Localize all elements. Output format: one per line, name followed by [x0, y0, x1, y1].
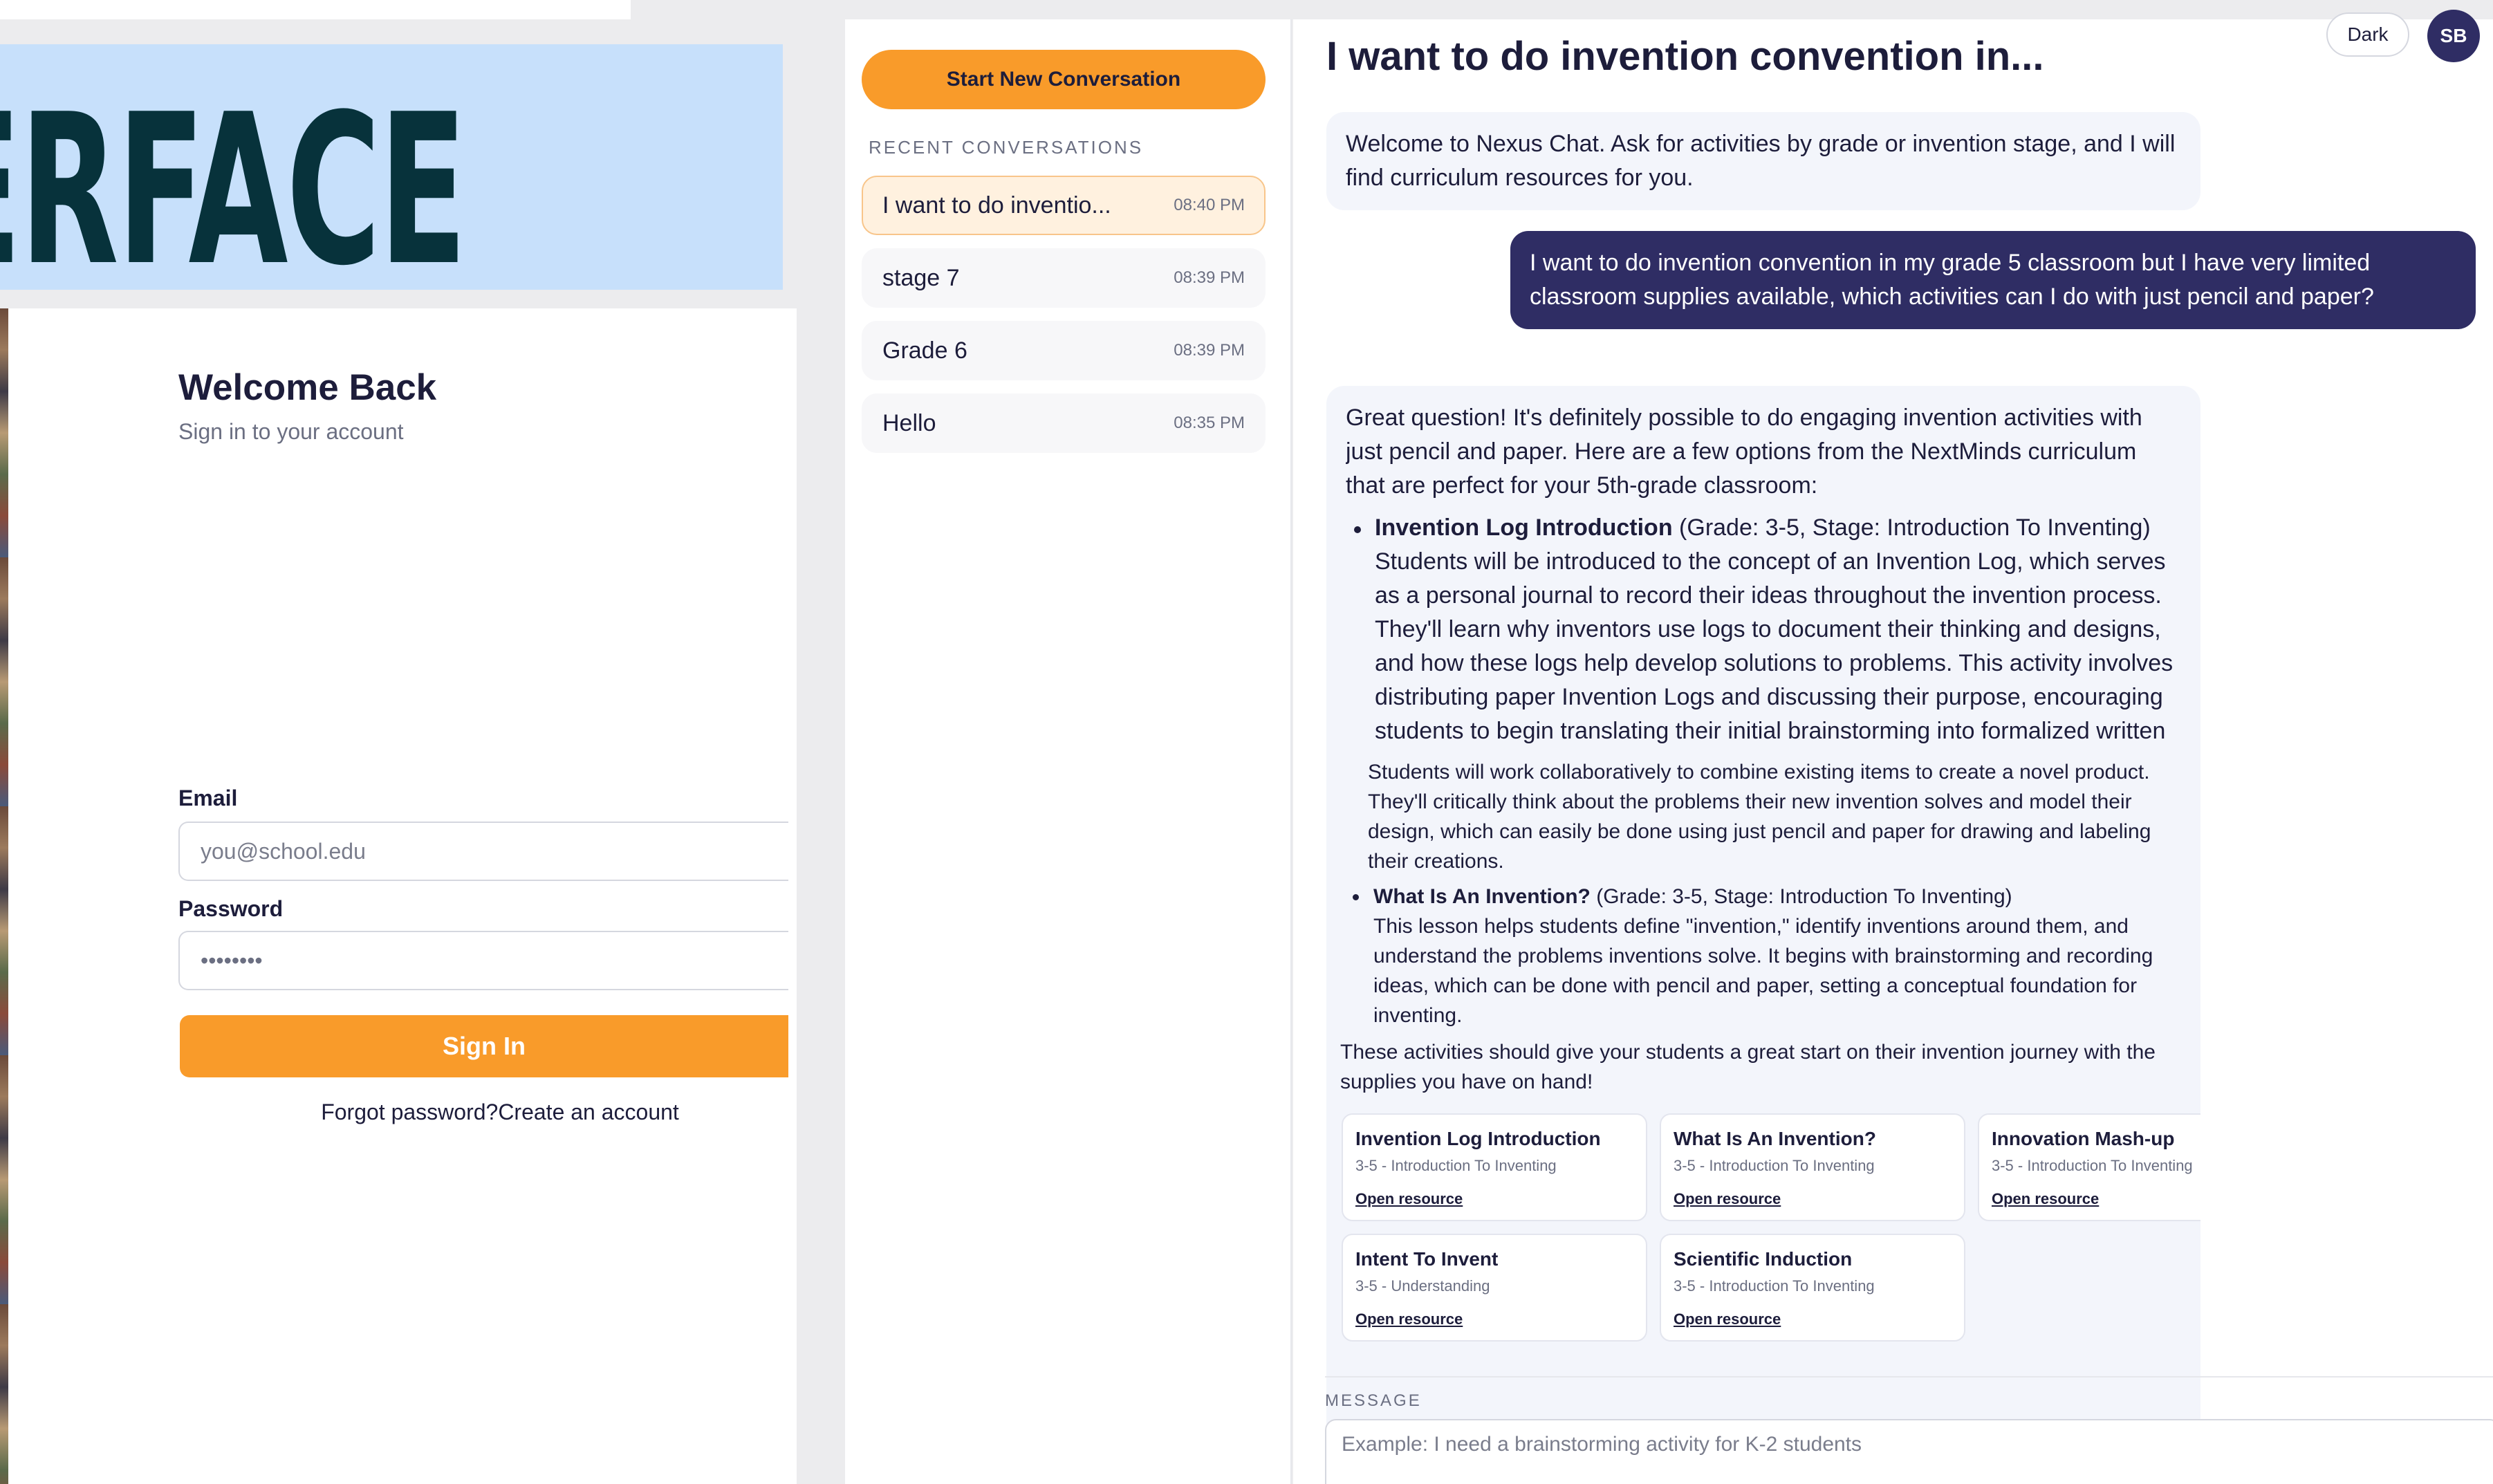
open-resource-link[interactable]: Open resource [1674, 1307, 1781, 1332]
user-message: I want to do invention convention in my … [1510, 231, 2476, 329]
conversation-heading: I want to do invention convention in... [1326, 34, 2044, 79]
login-subtitle: Sign in to your account [178, 419, 404, 444]
conversation-time: 08:39 PM [1174, 341, 1245, 360]
conversation-time: 08:35 PM [1174, 414, 1245, 432]
resource-cards: Invention Log Introduction 3-5 - Introdu… [1342, 1113, 2200, 1342]
activity-name: Invention Log Introduction [1375, 514, 1673, 541]
activity-meta: (Grade: 3-5, Stage: Introduction To Inve… [1590, 885, 2012, 908]
resource-title: Invention Log Introduction [1355, 1128, 1601, 1149]
conversation-time: 08:40 PM [1174, 196, 1245, 214]
activity-item: What Is An Invention? (Grade: 3-5, Stage… [1346, 882, 2181, 1030]
resource-meta: 3-5 - Introduction To Inventing [1674, 1157, 1875, 1174]
sign-in-button[interactable]: Sign In [180, 1015, 788, 1077]
conversation-item[interactable]: Grade 6 08:39 PM [862, 321, 1266, 380]
resource-title: Intent To Invent [1355, 1248, 1499, 1270]
login-card [8, 308, 797, 1484]
resource-card: Innovation Mash-up 3-5 - Introduction To… [1978, 1113, 2200, 1221]
assistant-message: Welcome to Nexus Chat. Ask for activitie… [1326, 112, 2200, 210]
resource-card: What Is An Invention? 3-5 - Introduction… [1660, 1113, 1965, 1221]
login-title: Welcome Back [178, 367, 437, 408]
login-links: Forgot password?Create an account [178, 1100, 822, 1125]
hero-banner: ERFACE [0, 44, 783, 290]
conversation-title: Grade 6 [882, 337, 967, 364]
reply-intro: Great question! It's definitely possible… [1346, 405, 2142, 499]
create-account-link[interactable]: Create an account [498, 1100, 679, 1124]
open-resource-link[interactable]: Open resource [1355, 1187, 1463, 1212]
user-avatar[interactable]: SB [2427, 10, 2480, 62]
open-resource-link[interactable]: Open resource [1674, 1187, 1781, 1212]
chat-panel: I want to do invention convention in... … [1293, 10, 2493, 1484]
password-field[interactable] [178, 931, 788, 990]
conversation-time: 08:39 PM [1174, 268, 1245, 287]
composer-divider [1325, 1376, 2493, 1378]
conversation-item[interactable]: I want to do inventio... 08:40 PM [862, 176, 1266, 235]
password-label: Password [178, 896, 284, 921]
activity-description: Students will work collaboratively to co… [1368, 761, 2151, 873]
activity-list: Invention Log Introduction (Grade: 3-5, … [1346, 511, 2181, 748]
conversation-item[interactable]: Hello 08:35 PM [862, 393, 1266, 453]
assistant-message: Great question! It's definitely possible… [1326, 386, 2200, 1440]
reply-lower-section: Students will work collaboratively to co… [1340, 757, 2181, 1097]
resource-meta: 3-5 - Understanding [1355, 1277, 1490, 1295]
conversation-title: I want to do inventio... [882, 192, 1111, 219]
message-label: MESSAGE [1325, 1391, 1422, 1410]
activity-description: Students will be introduced to the conce… [1375, 548, 2174, 744]
resource-meta: 3-5 - Introduction To Inventing [1992, 1157, 2193, 1174]
conversation-sidebar: Start New Conversation RECENT CONVERSATI… [845, 19, 1292, 1484]
activity-list: What Is An Invention? (Grade: 3-5, Stage… [1346, 882, 2181, 1030]
start-new-conversation-button[interactable]: Start New Conversation [862, 50, 1266, 109]
resource-meta: 3-5 - Introduction To Inventing [1674, 1277, 1875, 1295]
email-field[interactable] [178, 822, 788, 881]
theme-toggle-button[interactable]: Dark [2326, 12, 2409, 57]
reply-upper-section: Great question! It's definitely possible… [1346, 401, 2181, 757]
banner-text: ERFACE [0, 70, 467, 290]
activity-meta: (Grade: 3-5, Stage: Introduction To Inve… [1672, 514, 2151, 541]
conversation-title: Hello [882, 409, 936, 436]
resource-title: Scientific Induction [1674, 1248, 1853, 1270]
resource-card: Invention Log Introduction 3-5 - Introdu… [1342, 1113, 1647, 1221]
resource-card: Intent To Invent 3-5 - Understanding Ope… [1342, 1234, 1647, 1342]
resource-title: What Is An Invention? [1674, 1128, 1876, 1149]
activity-description: This lesson helps students define "inven… [1373, 915, 2153, 1027]
resource-meta: 3-5 - Introduction To Inventing [1355, 1157, 1557, 1174]
conversation-title: stage 7 [882, 264, 960, 291]
resource-card: Scientific Induction 3-5 - Introduction … [1660, 1234, 1965, 1342]
open-resource-link[interactable]: Open resource [1355, 1307, 1463, 1332]
top-strip [0, 0, 631, 19]
open-resource-link[interactable]: Open resource [1992, 1187, 2099, 1212]
forgot-password-link[interactable]: Forgot password? [321, 1100, 498, 1124]
conversation-item[interactable]: stage 7 08:39 PM [862, 248, 1266, 308]
conversation-list: I want to do inventio... 08:40 PM stage … [862, 176, 1266, 466]
reply-closing: These activities should give your studen… [1340, 1041, 2156, 1093]
activity-item: Invention Log Introduction (Grade: 3-5, … [1346, 511, 2181, 748]
background-photo-edge [0, 308, 8, 1484]
message-input[interactable] [1325, 1419, 2493, 1484]
email-label: Email [178, 786, 238, 810]
activity-name: What Is An Invention? [1373, 885, 1591, 908]
recent-conversations-label: RECENT CONVERSATIONS [869, 137, 1144, 158]
resource-title: Innovation Mash-up [1992, 1128, 2175, 1149]
